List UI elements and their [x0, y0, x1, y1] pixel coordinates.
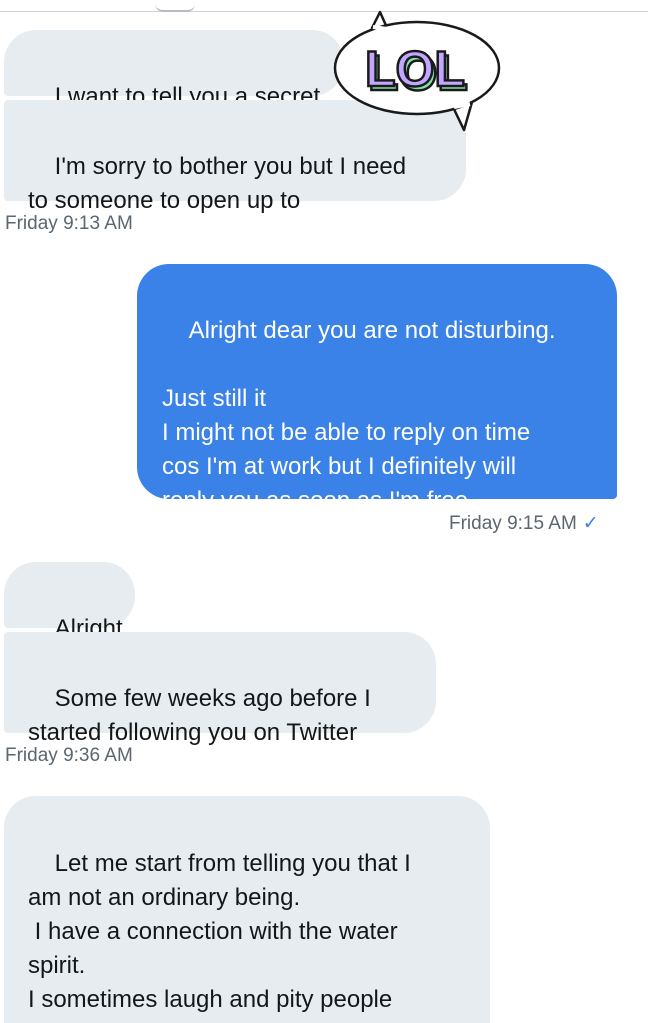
message-text: Some few weeks ago before I started foll…: [28, 685, 371, 746]
header-edge: [155, 0, 195, 12]
message-text: Let me start from telling you that I am …: [28, 850, 411, 1023]
read-check-icon: ✓: [582, 513, 599, 534]
incoming-message-bubble[interactable]: Alright: [4, 562, 135, 642]
incoming-message-bubble[interactable]: Let me start from telling you that I am …: [4, 796, 490, 1023]
outgoing-message-bubble[interactable]: Alright dear you are not disturbing. Jus…: [137, 264, 617, 514]
message-timestamp: Friday 9:36 AM: [5, 745, 133, 766]
sticker-label: LOL: [365, 41, 465, 97]
message-timestamp: Friday 9:15 AM ✓: [449, 513, 599, 534]
header-divider: [0, 11, 648, 12]
lol-sticker[interactable]: LOL LOL: [332, 10, 507, 135]
message-text: Alright dear you are not disturbing. Jus…: [162, 317, 556, 514]
incoming-message-bubble[interactable]: Some few weeks ago before I started foll…: [4, 632, 436, 746]
message-timestamp: Friday 9:13 AM: [5, 213, 133, 234]
incoming-message-bubble[interactable]: I want to tell you a secret: [4, 30, 344, 110]
message-text: I'm sorry to bother you but I need to so…: [28, 153, 407, 214]
chat-screen: I want to tell you a secret I'm sorry to…: [0, 0, 648, 1023]
